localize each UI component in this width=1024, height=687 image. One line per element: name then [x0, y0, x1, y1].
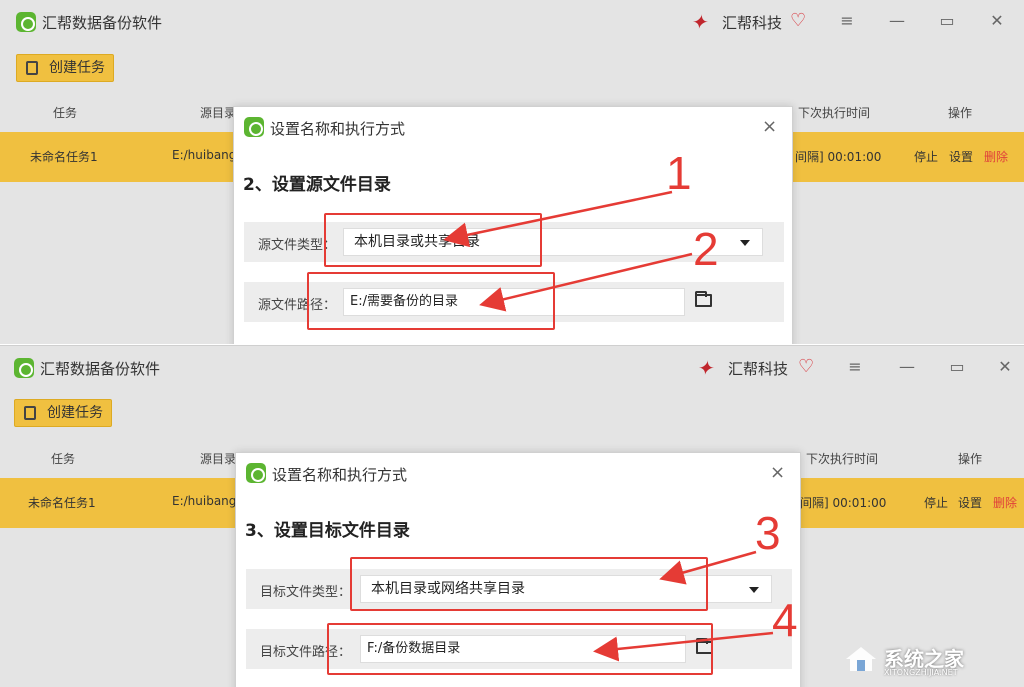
vip-heart-icon[interactable]: ♡	[790, 10, 806, 31]
dialog-close-icon[interactable]: ×	[770, 462, 785, 483]
app-logo-icon	[14, 358, 34, 378]
highlight-box-4	[327, 623, 713, 675]
create-task-button[interactable]: 创建任务	[16, 54, 114, 82]
chevron-down-icon	[740, 240, 750, 246]
app-logo-icon	[16, 12, 36, 32]
folder-open-icon[interactable]	[695, 291, 712, 307]
column-header-source: 源目录	[200, 452, 237, 466]
column-header-next-run: 下次执行时间	[798, 106, 871, 120]
document-icon	[24, 406, 36, 420]
highlight-box-1	[324, 213, 542, 267]
brand-logo-icon: ✦	[689, 10, 712, 34]
brand-name: 汇帮科技	[728, 360, 789, 378]
brand-logo-icon: ✦	[695, 356, 718, 380]
minimize-icon[interactable]: —	[896, 356, 918, 378]
settings-link[interactable]: 设置	[949, 148, 973, 165]
menu-icon[interactable]: ≡	[844, 356, 866, 378]
annotation-number-4: 4	[772, 594, 798, 646]
column-header-source: 源目录	[200, 106, 237, 120]
app-title: 汇帮数据备份软件	[40, 360, 161, 378]
watermark-house-icon	[846, 647, 876, 671]
create-task-label: 创建任务	[47, 405, 103, 421]
watermark: 系统之家 XITONGZHIJIA.NET	[844, 641, 1014, 681]
dialog-title: 设置名称和执行方式	[270, 120, 406, 138]
task-source: E:/huibang	[172, 148, 237, 162]
stop-link[interactable]: 停止	[924, 494, 948, 511]
task-name: 未命名任务1	[30, 150, 98, 164]
dialog-logo-icon	[246, 463, 266, 483]
close-icon[interactable]: ✕	[986, 10, 1008, 32]
highlight-box-3	[350, 557, 708, 611]
app-title: 汇帮数据备份软件	[42, 14, 163, 32]
close-icon[interactable]: ✕	[994, 356, 1016, 378]
settings-link[interactable]: 设置	[958, 494, 982, 511]
column-header-task: 任务	[53, 106, 78, 120]
highlight-box-2	[307, 272, 555, 330]
document-icon	[26, 61, 38, 75]
menu-icon[interactable]: ≡	[836, 10, 858, 32]
delete-link[interactable]: 删除	[993, 494, 1017, 511]
task-source: E:/huibang	[172, 494, 237, 508]
dialog-title: 设置名称和执行方式	[272, 466, 408, 484]
title-bar: 汇帮数据备份软件 ✦ 汇帮科技 ♡ ≡ — ▭ ✕	[0, 346, 1024, 390]
column-header-task: 任务	[51, 452, 76, 466]
annotation-number-1: 1	[666, 147, 692, 199]
task-interval: 间隔] 00:01:00	[800, 496, 887, 510]
dialog-close-icon[interactable]: ×	[762, 116, 777, 137]
target-type-label: 目标文件类型：	[260, 585, 352, 600]
step-heading: 3、设置目标文件目录	[245, 521, 410, 541]
maximize-icon[interactable]: ▭	[936, 10, 958, 32]
delete-link[interactable]: 删除	[984, 148, 1008, 165]
step-heading: 2、设置源文件目录	[243, 175, 391, 195]
chevron-down-icon	[749, 587, 759, 593]
column-header-actions: 操作	[958, 452, 983, 466]
task-name: 未命名任务1	[28, 496, 96, 510]
annotation-number-3: 3	[755, 507, 781, 559]
watermark-url: XITONGZHIJIA.NET	[884, 668, 958, 677]
minimize-icon[interactable]: —	[886, 10, 908, 32]
column-header-actions: 操作	[948, 106, 973, 120]
title-bar: 汇帮数据备份软件 ✦ 汇帮科技 ♡ ≡ — ▭ ✕	[0, 0, 1024, 44]
annotation-number-2: 2	[693, 223, 719, 275]
brand-name: 汇帮科技	[722, 14, 783, 32]
vip-heart-icon[interactable]: ♡	[798, 356, 814, 377]
maximize-icon[interactable]: ▭	[946, 356, 968, 378]
task-interval: 间隔] 00:01:00	[795, 150, 882, 164]
dialog-logo-icon	[244, 117, 264, 137]
create-task-button[interactable]: 创建任务	[14, 399, 112, 427]
column-header-next-run: 下次执行时间	[806, 452, 879, 466]
create-task-label: 创建任务	[49, 60, 105, 76]
stop-link[interactable]: 停止	[914, 148, 938, 165]
